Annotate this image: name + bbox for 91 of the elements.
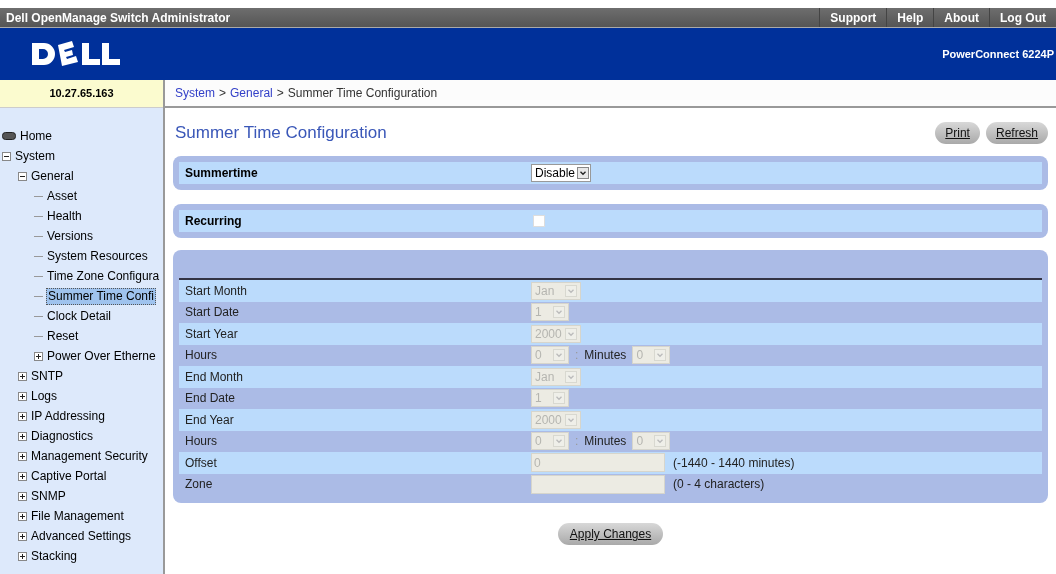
caret-icon	[553, 392, 565, 405]
field-label: Start Date	[184, 304, 241, 322]
tree-item[interactable]: Health	[46, 208, 83, 224]
tree-line	[34, 335, 43, 337]
field-label: End Year	[184, 411, 235, 429]
tree-item[interactable]: General	[30, 168, 75, 184]
collapse-icon[interactable]	[18, 171, 27, 181]
caret-icon	[565, 413, 577, 426]
product-name: PowerConnect 6224P	[942, 46, 1054, 62]
caret-icon	[565, 284, 577, 297]
page-title: Summer Time Configuration	[175, 122, 387, 145]
expand-icon[interactable]	[18, 471, 27, 481]
expand-icon[interactable]	[18, 551, 27, 561]
breadcrumb-text: >	[219, 85, 227, 102]
caret-icon	[553, 306, 565, 319]
caret-icon	[654, 349, 667, 362]
tree-item[interactable]: File Management	[30, 508, 125, 524]
expand-icon[interactable]	[18, 431, 27, 441]
caret-icon	[565, 370, 577, 383]
tree-line	[34, 315, 43, 317]
tree-item[interactable]: Captive Portal	[30, 468, 108, 484]
tree-item[interactable]: Logs	[30, 388, 59, 404]
tree-line	[34, 295, 43, 297]
field-label: Hours	[184, 433, 218, 451]
field-label: Zone	[184, 476, 214, 494]
top-link[interactable]: About	[933, 8, 989, 27]
tree-item[interactable]: Summer Time Confi	[46, 287, 157, 305]
device-icon	[2, 132, 16, 140]
field-label: Start Year	[184, 325, 239, 343]
tree-item[interactable]: IP Addressing	[30, 408, 106, 424]
expand-icon[interactable]	[18, 411, 27, 421]
tree-item[interactable]: Asset	[46, 188, 78, 204]
expand-icon[interactable]	[18, 511, 27, 521]
field-label: Minutes	[584, 433, 627, 451]
expand-icon[interactable]	[34, 351, 43, 361]
tree-item[interactable]: System Resources	[46, 248, 149, 264]
field-label: Recurring	[184, 213, 243, 230]
page-button[interactable]: Refresh	[985, 122, 1048, 144]
ip-address: 10.27.65.163	[0, 80, 163, 108]
expand-icon[interactable]	[18, 531, 27, 541]
time-separator: :	[575, 347, 579, 365]
tree-item[interactable]: Clock Detail	[46, 308, 113, 324]
top-link[interactable]: Help	[886, 8, 934, 27]
caret-icon	[553, 349, 565, 362]
apply-changes-button[interactable]: Apply Changes	[557, 523, 664, 545]
caret-icon	[654, 435, 667, 448]
tree-item[interactable]: Management Security	[30, 448, 149, 464]
recurring-checkbox[interactable]	[533, 215, 545, 227]
breadcrumb-text: Summer Time Configuration	[287, 85, 438, 102]
tree-line	[34, 215, 43, 217]
expand-icon[interactable]	[18, 451, 27, 461]
expand-icon[interactable]	[18, 491, 27, 501]
field-label: Offset	[184, 454, 218, 472]
field-label: End Date	[184, 390, 237, 408]
time-separator: :	[575, 433, 579, 451]
tree-line	[34, 235, 43, 237]
tree-item[interactable]: SNMP	[30, 488, 67, 504]
tree-item[interactable]: Time Zone Configura	[46, 268, 161, 284]
tree-item[interactable]: Power Over Etherne	[46, 348, 157, 364]
window-title: Dell OpenManage Switch Administrator	[6, 9, 231, 27]
tree-item[interactable]: System	[14, 148, 56, 164]
tree-item[interactable]: Reset	[46, 328, 80, 344]
collapse-icon[interactable]	[2, 151, 11, 161]
tree-item[interactable]: SNTP	[30, 368, 64, 384]
tree-item[interactable]: Home	[19, 128, 53, 144]
caret-icon	[553, 435, 565, 448]
top-link[interactable]: Support	[819, 8, 887, 27]
expand-icon[interactable]	[18, 391, 27, 401]
field-label: Hours	[184, 347, 218, 365]
breadcrumb-link[interactable]: General	[230, 84, 273, 102]
summertime-dropdown[interactable]: Disable	[531, 164, 592, 182]
tree-line	[34, 275, 43, 277]
field-hint: (0 - 4 characters)	[673, 476, 765, 494]
tree-item[interactable]: Advanced Settings	[30, 528, 133, 544]
field-label: Start Month	[184, 282, 249, 300]
tree-item[interactable]: Diagnostics	[30, 428, 95, 444]
field-label: End Month	[184, 368, 245, 386]
page-button[interactable]: Print	[935, 122, 980, 144]
breadcrumb-link[interactable]: System	[175, 84, 215, 102]
tree-item[interactable]: Stacking	[30, 548, 79, 564]
tree-item[interactable]: Versions	[46, 228, 95, 244]
caret-icon	[565, 327, 577, 340]
field-label: Minutes	[584, 347, 627, 365]
tree-line	[34, 255, 43, 257]
field-label: Summertime	[184, 165, 259, 182]
field-hint: (-1440 - 1440 minutes)	[673, 454, 795, 472]
top-link[interactable]: Log Out	[989, 8, 1056, 27]
breadcrumb-text: >	[276, 85, 284, 102]
expand-icon[interactable]	[18, 371, 27, 381]
caret-icon	[577, 167, 590, 179]
tree-line	[34, 195, 43, 197]
